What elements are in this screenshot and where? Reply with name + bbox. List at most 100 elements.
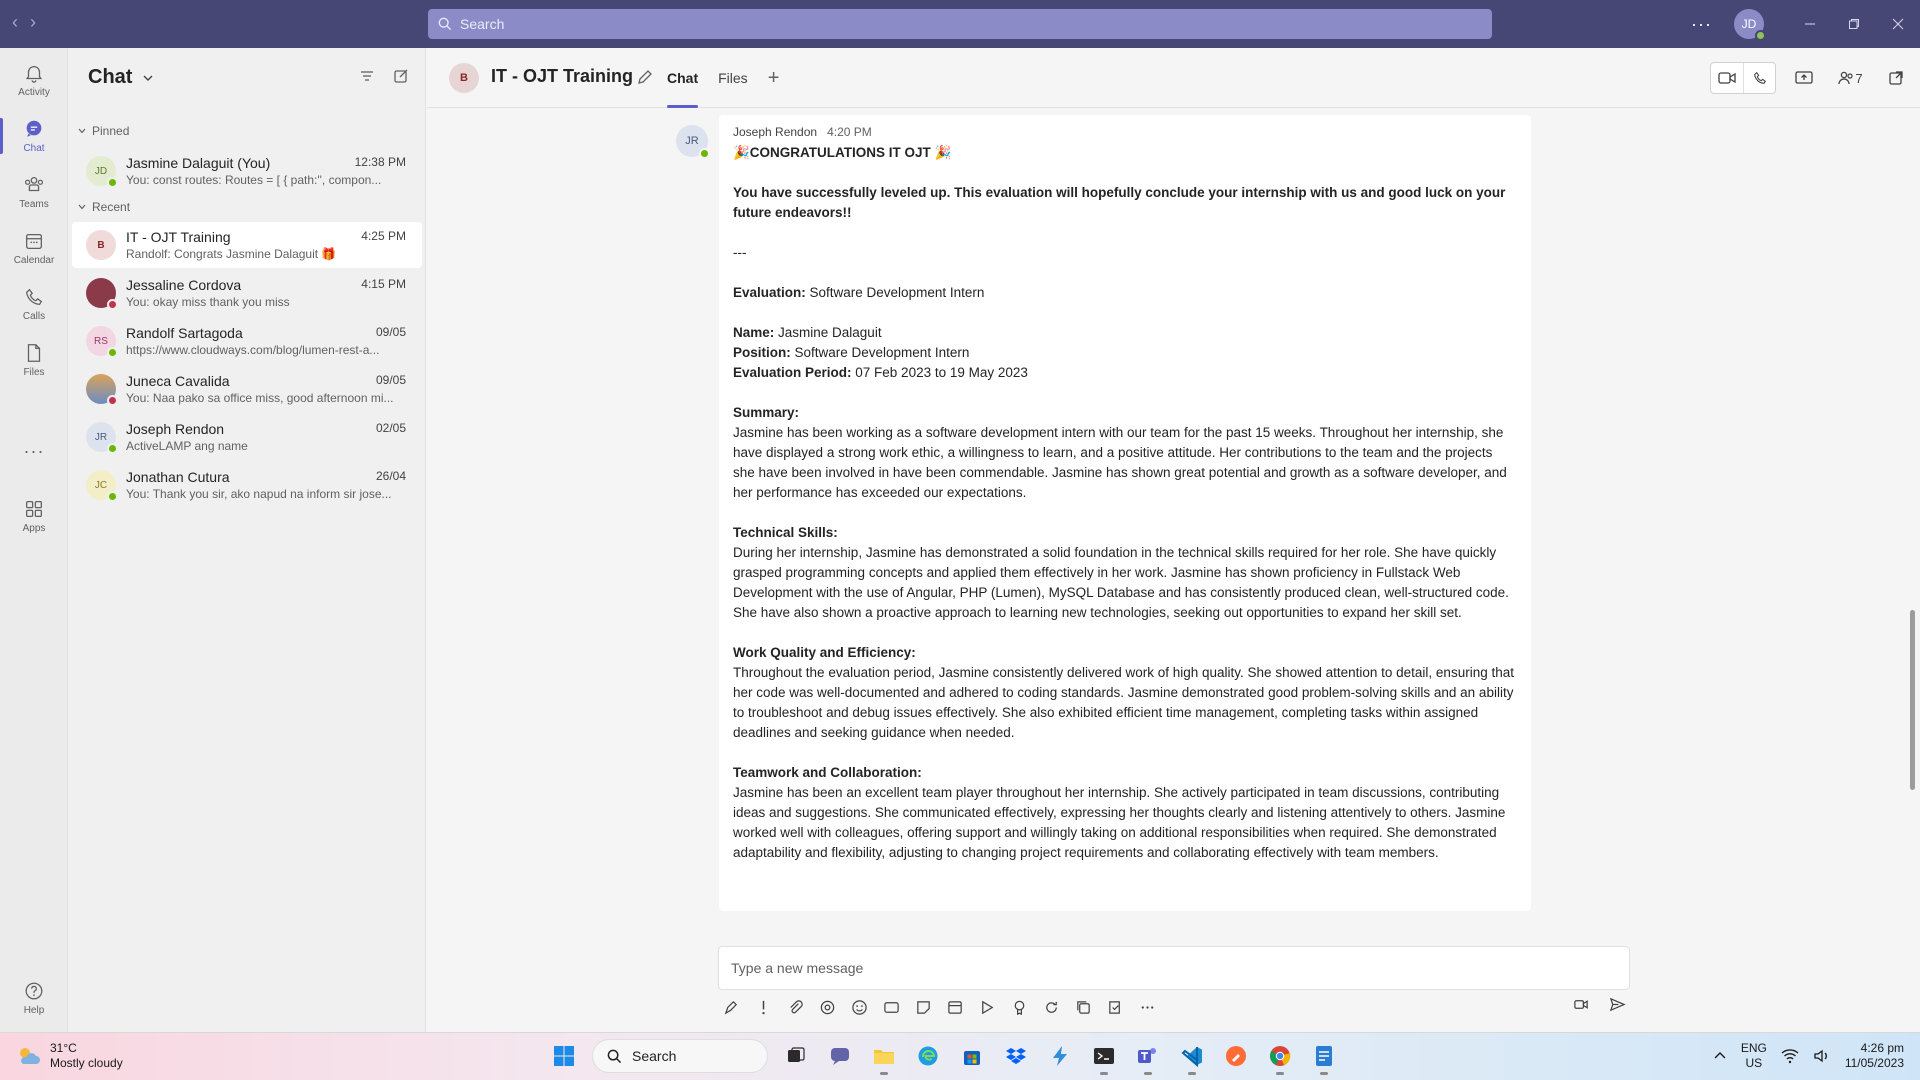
video-clip-button[interactable] <box>1572 995 1590 1013</box>
rail-item-files[interactable]: Files <box>0 332 68 388</box>
chat-list-item-selected[interactable]: B IT - OJT Training 4:25 PM Randolf: Cong… <box>72 222 422 268</box>
compose-box[interactable]: Type a new message <box>718 946 1630 990</box>
approvals-button[interactable] <box>1106 998 1124 1016</box>
close-button[interactable] <box>1876 0 1920 48</box>
tab-files[interactable]: Files <box>718 70 748 86</box>
forward-arrow-icon[interactable]: › <box>30 12 36 33</box>
teams-app[interactable] <box>1132 1039 1164 1075</box>
new-chat-icon[interactable] <box>393 68 409 84</box>
store-app[interactable] <box>956 1039 988 1073</box>
priority-button[interactable] <box>754 998 772 1016</box>
more-tools-button[interactable] <box>1138 998 1156 1016</box>
postman-app[interactable] <box>1220 1039 1252 1073</box>
share-screen-icon <box>1795 71 1813 84</box>
chat-list-item[interactable]: JD Jasmine Dalaguit (You) 12:38 PM You: c… <box>72 148 422 194</box>
profile-avatar[interactable]: JD <box>1734 9 1766 41</box>
power-automate-app[interactable] <box>1044 1039 1076 1073</box>
more-options-icon[interactable]: ··· <box>1691 14 1712 35</box>
clock[interactable]: 4:26 pm 11/05/2023 <box>1845 1041 1904 1071</box>
group-initial: B <box>460 72 468 84</box>
sticker-icon <box>916 1000 930 1014</box>
dropbox-app[interactable] <box>1000 1039 1032 1073</box>
pinned-section-header[interactable]: Pinned <box>78 124 129 138</box>
taskbar-search[interactable]: Search <box>592 1039 768 1073</box>
language-indicator[interactable]: ENG US <box>1741 1041 1767 1071</box>
edge-app[interactable] <box>912 1039 944 1073</box>
teams-chat-app[interactable] <box>824 1039 856 1073</box>
sticker-button[interactable] <box>914 998 932 1016</box>
chat-list-item[interactable]: Jessaline Cordova 4:15 PM You: okay miss … <box>72 270 422 316</box>
document-app[interactable] <box>1308 1039 1340 1075</box>
tab-chat[interactable]: Chat <box>667 48 699 108</box>
chat-list-item[interactable]: JR Joseph Rendon 02/05 ActiveLAMP ang nam… <box>72 414 422 460</box>
collapse-caret-icon <box>78 204 86 210</box>
chat-list-title[interactable]: Chat <box>88 66 154 89</box>
add-tab-plus-icon[interactable]: + <box>768 67 780 90</box>
group-name[interactable]: IT - OJT Training <box>491 66 633 87</box>
more-apps-icon[interactable]: ··· <box>0 441 68 462</box>
schedule-meeting-button[interactable] <box>946 998 964 1016</box>
praise-button[interactable] <box>1010 998 1028 1016</box>
start-button[interactable] <box>548 1039 580 1073</box>
call-buttons <box>1710 62 1776 94</box>
stream-button[interactable] <box>978 998 996 1016</box>
rail-item-chat[interactable]: Chat <box>0 108 68 164</box>
chrome-app[interactable] <box>1264 1039 1296 1075</box>
pop-out-button[interactable] <box>1884 66 1908 90</box>
chat-item-text: IT - OJT Training 4:25 PM Randolf: Congra… <box>126 229 422 261</box>
rail-item-teams[interactable]: Teams <box>0 164 68 220</box>
thread-scrollbar[interactable] <box>1910 610 1915 790</box>
more-horizontal-icon <box>1141 1005 1153 1009</box>
chat-name: Jonathan Cutura <box>126 469 230 485</box>
share-screen-button[interactable] <box>1792 66 1816 90</box>
rail-label: Activity <box>18 87 50 98</box>
avatar-initials: JR <box>94 431 108 443</box>
send-button[interactable] <box>1608 995 1626 1013</box>
message-bubble[interactable]: Joseph Rendon 4:20 PM 🎉CONGRATULATIONS IT… <box>719 115 1531 911</box>
header-actions: 7 <box>1710 62 1908 94</box>
restore-button[interactable] <box>1832 0 1876 48</box>
format-button[interactable] <box>722 998 740 1016</box>
chat-time: 09/05 <box>375 373 406 387</box>
back-arrow-icon[interactable]: ‹ <box>12 12 18 33</box>
gif-button[interactable] <box>882 998 900 1016</box>
emoji-button[interactable] <box>850 998 868 1016</box>
lightning-icon <box>1053 1046 1067 1066</box>
chat-list-item[interactable]: Juneca Cavalida 09/05 You: Naa pako sa of… <box>72 366 422 412</box>
participants-button[interactable]: 7 <box>1832 66 1868 90</box>
search-input[interactable]: Search <box>428 9 1492 39</box>
minimize-button[interactable] <box>1788 0 1832 48</box>
chat-name: Joseph Rendon <box>126 421 225 437</box>
recent-section-header[interactable]: Recent <box>78 200 130 214</box>
forms-button[interactable] <box>1074 998 1092 1016</box>
vscode-app[interactable] <box>1176 1039 1208 1075</box>
rail-item-calls[interactable]: Calls <box>0 276 68 332</box>
speaker-icon[interactable] <box>1813 1048 1831 1064</box>
avatar-initials: RS <box>94 335 108 347</box>
terminal-app[interactable] <box>1088 1039 1120 1075</box>
attach-button[interactable] <box>786 998 804 1016</box>
rail-item-apps[interactable]: Apps <box>0 488 68 544</box>
file-explorer-app[interactable] <box>868 1039 900 1075</box>
wifi-icon[interactable] <box>1781 1048 1799 1064</box>
rail-item-calendar[interactable]: Calendar <box>0 220 68 276</box>
rail-item-activity[interactable]: Activity <box>0 52 68 108</box>
sender-avatar[interactable]: JR <box>676 125 710 159</box>
eval-value: Software Development Intern <box>805 285 985 300</box>
loop-button[interactable] <box>818 998 836 1016</box>
video-call-button[interactable] <box>1711 63 1743 93</box>
avatar: RS <box>86 326 118 358</box>
chat-list-item[interactable]: JC Jonathan Cutura 26/04 You: Thank you s… <box>72 462 422 508</box>
filter-icon[interactable] <box>359 68 375 84</box>
audio-call-button[interactable] <box>1743 63 1775 93</box>
rail-item-help[interactable]: Help <box>0 970 68 1026</box>
message-sender: Joseph Rendon <box>733 125 818 139</box>
avatar-photo <box>86 374 118 406</box>
chat-list-item[interactable]: RS Randolf Sartagoda 09/05 https://www.cl… <box>72 318 422 364</box>
task-view-button[interactable] <box>780 1039 812 1073</box>
edit-pencil-icon[interactable] <box>636 68 654 86</box>
weather-widget[interactable]: 31°C Mostly cloudy <box>16 1041 123 1071</box>
updates-button[interactable] <box>1042 998 1060 1016</box>
chat-name: Jasmine Dalaguit (You) <box>126 155 271 171</box>
chevron-up-icon[interactable] <box>1713 1049 1727 1063</box>
